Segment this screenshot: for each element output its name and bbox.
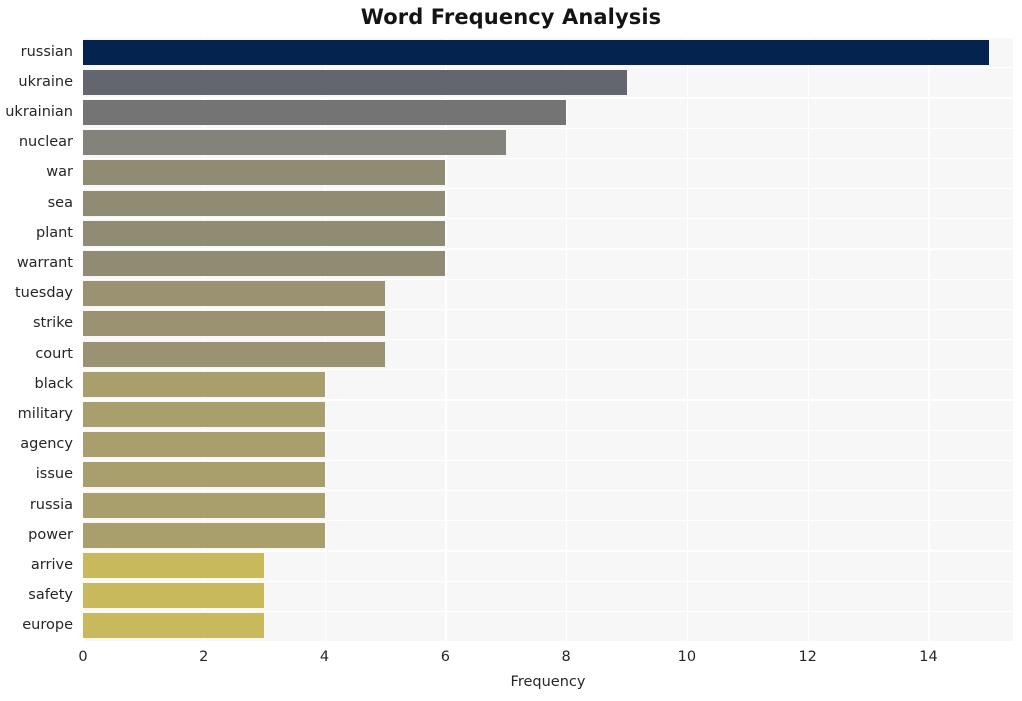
bar: [83, 341, 385, 367]
y-tick-label: court: [35, 345, 73, 362]
y-tick-label: sea: [47, 194, 73, 211]
y-tick-label: ukrainian: [5, 104, 73, 120]
plot-area: [83, 37, 1013, 643]
x-tick-label: 10: [677, 649, 697, 665]
x-axis-label: Frequency: [510, 674, 586, 690]
bar: [83, 190, 446, 216]
y-tick-label: russia: [29, 496, 73, 513]
bar: [83, 130, 506, 156]
bar: [83, 402, 325, 427]
y-tick-label: tuesday: [14, 285, 73, 302]
bar: [83, 69, 627, 95]
bar: [83, 251, 446, 276]
y-tick-label: issue: [35, 466, 73, 483]
y-tick-label: ukraine: [18, 73, 73, 90]
x-tick-label: 6: [440, 649, 450, 665]
bar: [83, 583, 265, 609]
y-tick-label: russian: [20, 43, 73, 60]
bar: [83, 371, 325, 397]
bar: [83, 432, 325, 458]
bar-series: [83, 37, 1013, 641]
x-tick-label: 4: [319, 649, 330, 665]
y-tick-label: warrant: [16, 255, 73, 271]
bar: [83, 522, 325, 548]
bar: [83, 311, 385, 337]
bar: [83, 462, 325, 488]
bar: [83, 160, 446, 186]
x-tick-label: 0: [78, 649, 88, 665]
y-tick-label: power: [28, 526, 73, 543]
y-tick-label: strike: [32, 315, 73, 332]
y-tick-label: safety: [28, 587, 73, 604]
bar: [83, 281, 385, 307]
x-tick-label: 12: [798, 649, 817, 665]
word-frequency-chart: Word Frequency Analysis russian ukraine uk…: [0, 0, 1022, 701]
bar: [83, 39, 989, 65]
y-tick-label: plant: [36, 224, 73, 241]
x-tick-label: 8: [561, 649, 571, 665]
y-tick-label: war: [46, 164, 73, 181]
y-tick-label: arrive: [30, 557, 73, 573]
bar: [83, 492, 325, 518]
y-axis-tick-labels: russian ukraine ukrainian nuclear war sea plan…: [0, 37, 83, 641]
y-tick-label: nuclear: [18, 134, 73, 151]
y-tick-label: black: [34, 375, 74, 392]
bar: [83, 100, 567, 125]
bar: [83, 220, 446, 246]
y-tick-label: europe: [22, 617, 73, 634]
bar: [83, 553, 265, 578]
x-tick-label: 2: [199, 649, 209, 665]
bar: [83, 613, 265, 639]
x-axis-tick-labels: 0 2 4 6 8 10 12 14: [78, 641, 1013, 671]
chart-title: Word Frequency Analysis: [360, 5, 662, 29]
y-tick-label: military: [17, 406, 73, 422]
y-tick-label: agency: [20, 436, 73, 453]
x-tick-label: 14: [919, 649, 938, 665]
